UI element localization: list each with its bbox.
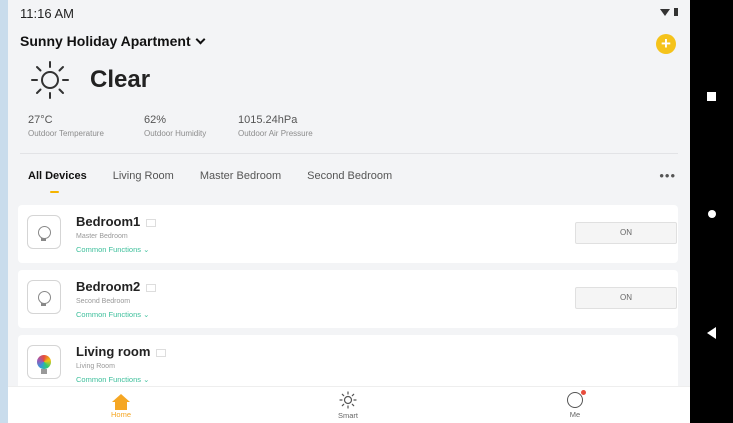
power-on-button[interactable]: ON — [575, 287, 677, 309]
device-name-text: Bedroom1 — [76, 214, 141, 229]
power-on-button[interactable]: ON — [575, 222, 677, 244]
device-name-text: Living room — [76, 344, 151, 359]
wifi-icon — [660, 8, 670, 16]
stat-value: 27°C — [28, 114, 53, 126]
common-functions-link[interactable]: Common Functions ⌄ — [76, 245, 149, 254]
tab-all-devices[interactable]: All Devices — [28, 170, 87, 193]
common-functions-link[interactable]: Common Functions ⌄ — [76, 375, 149, 384]
device-name: Living room — [76, 344, 167, 359]
bottom-nav: Home Smart Me — [8, 386, 690, 423]
device-name-text: Bedroom2 — [76, 279, 141, 294]
notification-badge — [581, 390, 586, 395]
nav-label: Home — [110, 410, 131, 419]
room-tabs: All Devices Living Room Master Bedroom S… — [28, 170, 418, 193]
bulb-icon — [27, 215, 61, 249]
stat-label: Outdoor Humidity — [144, 129, 207, 138]
back-triangle-icon — [707, 327, 716, 339]
nav-smart[interactable]: Smart — [308, 391, 388, 420]
nav-home[interactable]: Home — [81, 391, 161, 419]
device-room: Living Room — [76, 363, 115, 370]
device-name: Bedroom2 — [76, 279, 157, 294]
home-selector[interactable]: Sunny Holiday Apartment — [20, 33, 206, 49]
profile-icon — [567, 390, 586, 408]
tab-master-bedroom[interactable]: Master Bedroom — [200, 170, 281, 182]
color-bulb-icon — [27, 345, 61, 379]
common-functions-link[interactable]: Common Functions ⌄ — [76, 310, 149, 319]
tag-icon — [156, 348, 167, 357]
home-icon — [112, 394, 130, 410]
smart-icon — [339, 391, 357, 409]
battery-icon — [674, 8, 678, 16]
nav-me[interactable]: Me — [535, 390, 615, 419]
bulb-icon — [27, 280, 61, 314]
system-nav-bar — [690, 0, 733, 423]
stat-value: 1015.24hPa — [238, 114, 298, 126]
recent-apps-button[interactable] — [690, 81, 733, 111]
tab-second-bedroom[interactable]: Second Bedroom — [307, 170, 392, 182]
back-button[interactable] — [690, 318, 733, 348]
stat-air-pressure: 1015.24hPa Outdoor Air Pressure — [238, 114, 313, 138]
stat-humidity: 62% Outdoor Humidity — [144, 114, 206, 138]
circle-icon — [707, 210, 716, 218]
weather-condition: Clear — [90, 66, 151, 93]
app-screen: 11:16 AM Sunny Holiday Apartment + Clear… — [8, 0, 690, 423]
home-name: Sunny Holiday Apartment — [20, 33, 191, 49]
divider — [20, 153, 678, 154]
tag-icon — [146, 283, 157, 292]
device-card[interactable]: Bedroom1 Master Bedroom Common Functions… — [18, 205, 678, 263]
stat-label: Outdoor Air Pressure — [238, 129, 313, 138]
more-icon[interactable]: ••• — [659, 168, 676, 183]
nav-label: Smart — [337, 411, 358, 420]
square-icon — [707, 91, 716, 101]
home-button[interactable] — [690, 199, 733, 229]
stat-temperature: 27°C Outdoor Temperature — [28, 114, 104, 138]
stat-value: 62% — [144, 114, 167, 126]
device-name: Bedroom1 — [76, 214, 157, 229]
device-room: Second Bedroom — [76, 298, 131, 305]
device-card[interactable]: Living room Living Room Common Functions… — [18, 335, 678, 393]
sun-icon — [31, 61, 69, 99]
status-icons — [660, 8, 678, 16]
device-room: Master Bedroom — [76, 233, 128, 240]
tab-living-room[interactable]: Living Room — [113, 170, 174, 182]
add-device-button[interactable]: + — [656, 34, 676, 54]
chevron-down-icon — [195, 34, 206, 45]
tag-icon — [146, 218, 157, 227]
stat-label: Outdoor Temperature — [28, 129, 104, 138]
device-card[interactable]: Bedroom2 Second Bedroom Common Functions… — [18, 270, 678, 328]
nav-label: Me — [569, 410, 581, 419]
status-time: 11:16 AM — [20, 6, 74, 21]
